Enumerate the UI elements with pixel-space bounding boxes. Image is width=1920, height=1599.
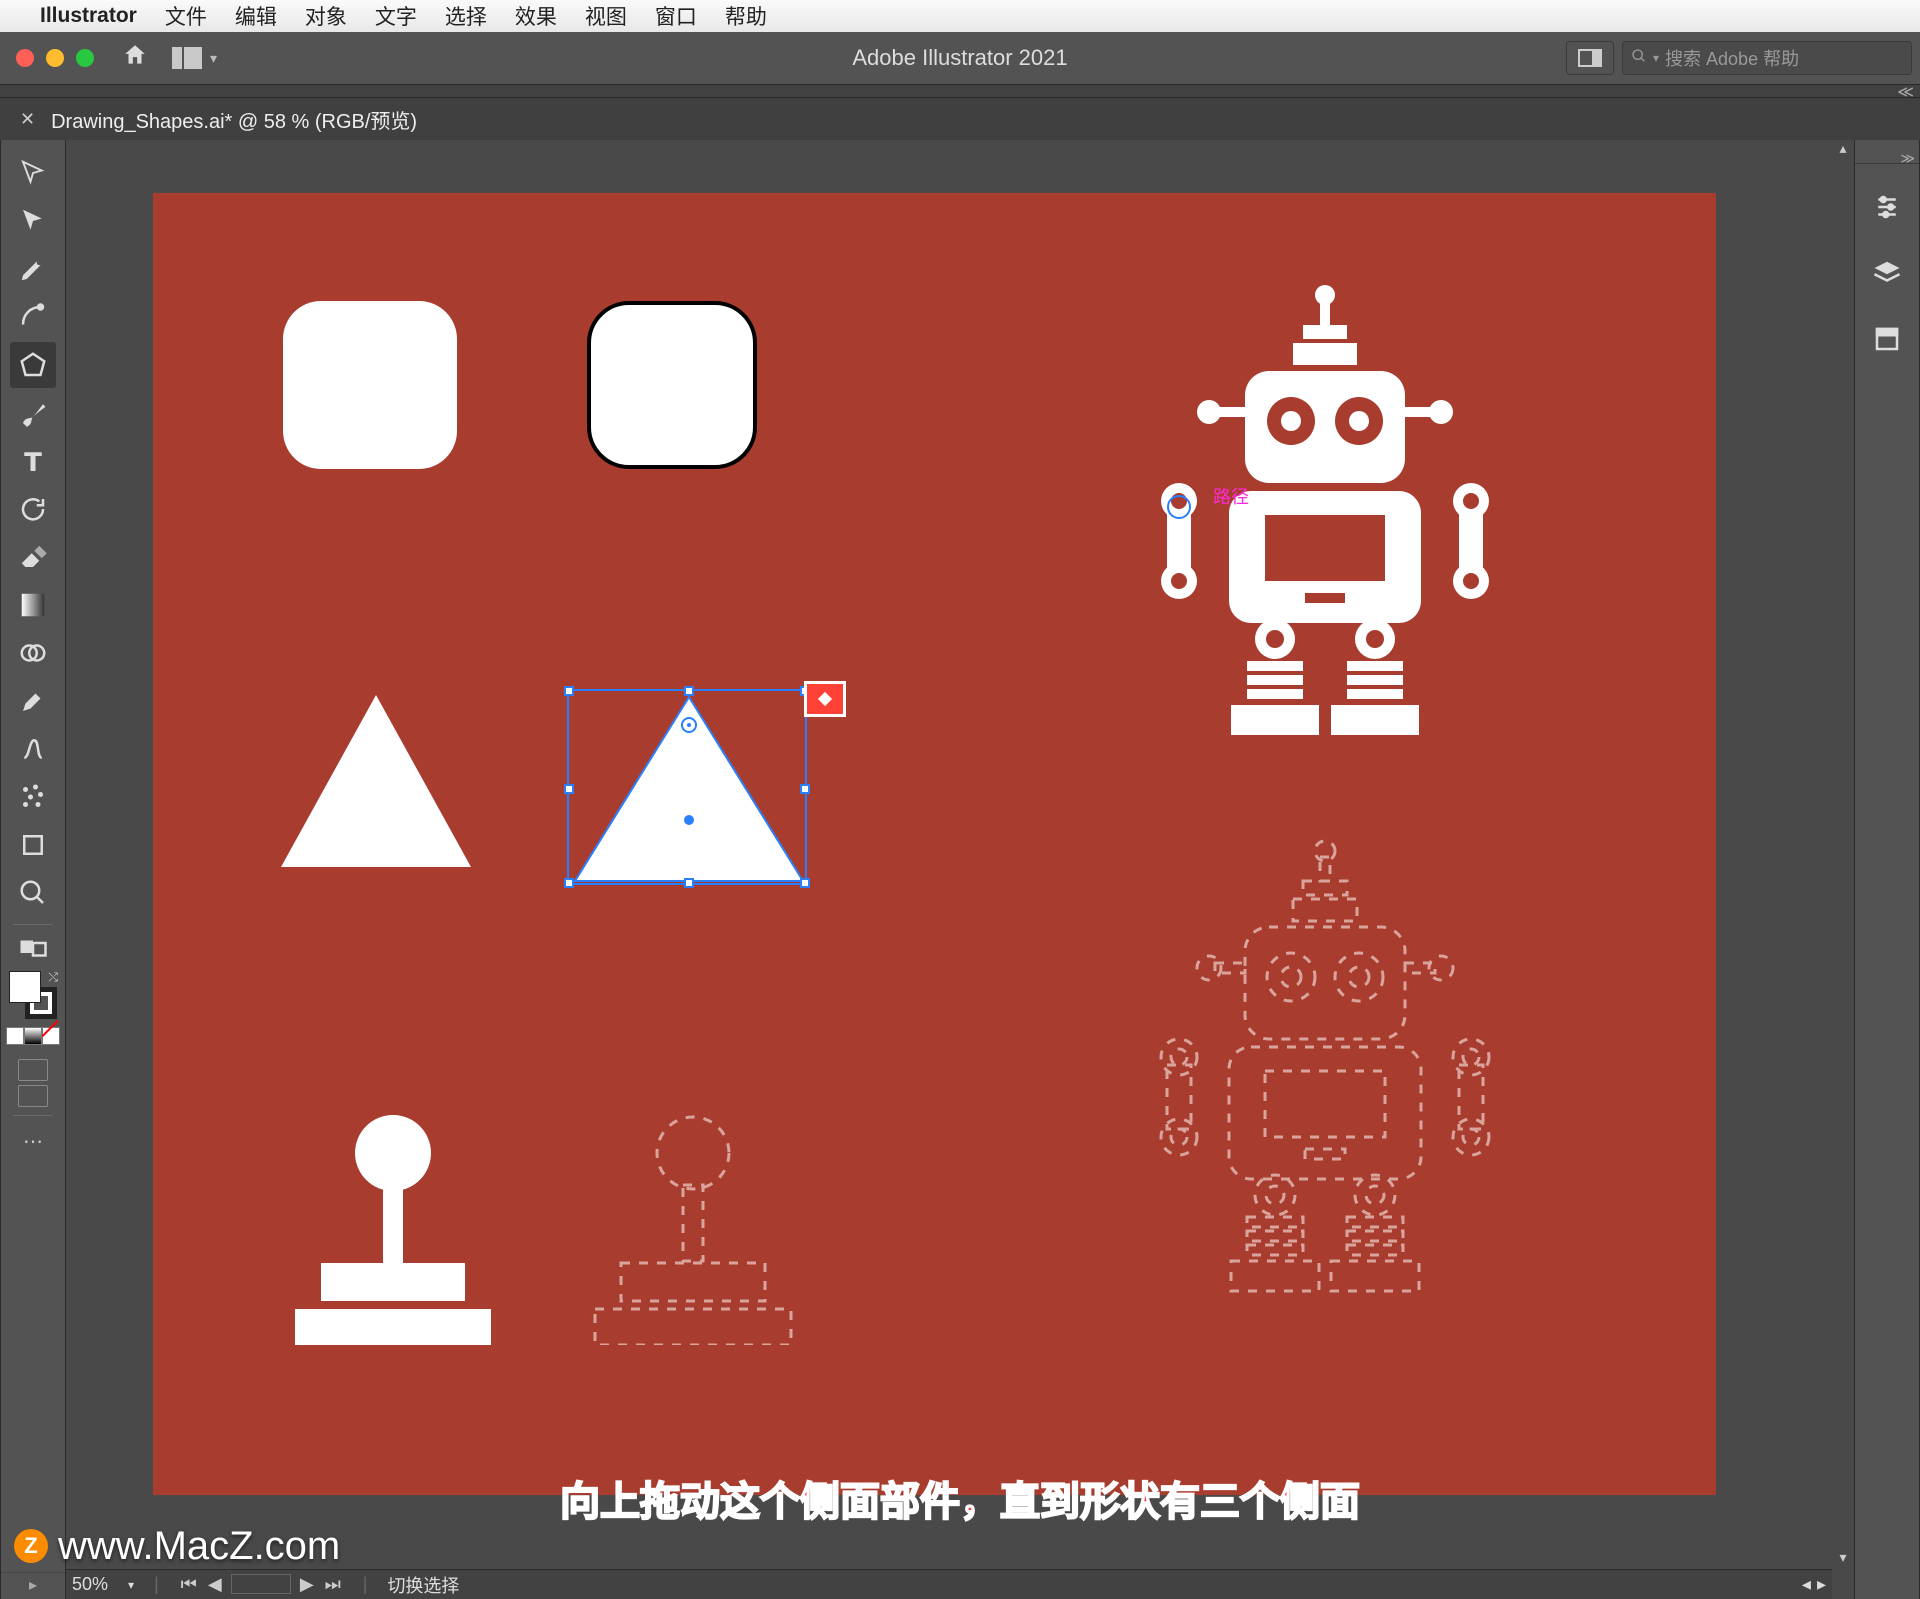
app-header: ▾ Adobe Illustrator 2021 ▾ 搜索 Adobe 帮助 (0, 32, 1920, 84)
joystick-shape[interactable] (277, 1113, 509, 1350)
fill-swatch[interactable] (9, 971, 41, 1003)
fill-stroke-swap-icon[interactable] (10, 933, 56, 963)
menu-window[interactable]: 窗口 (655, 1, 697, 31)
prev-artboard-icon[interactable]: ◀ (205, 1574, 225, 1595)
selection-bounding-box[interactable] (567, 689, 807, 885)
status-bar: 50% ▾ | ⏮ ◀ ▶ ⏭ | 切换选择 ◂ ▸ (66, 1569, 1832, 1599)
menu-text[interactable]: 文字 (375, 1, 417, 31)
center-anchor[interactable] (684, 815, 694, 825)
expand-toolbar-icon[interactable]: ▸ (1, 1572, 65, 1595)
scroll-down-icon[interactable]: ▾ (1839, 1549, 1846, 1569)
tool-divider (13, 924, 53, 925)
shape-builder-tool-icon[interactable] (10, 630, 56, 676)
polygon-tool-icon[interactable] (10, 342, 56, 388)
type-tool-icon[interactable] (10, 438, 56, 484)
layers-panel-icon[interactable] (1864, 250, 1910, 296)
tutorial-caption: 向上拖动这个侧面部件，直到形状有三个侧面 (560, 1469, 1360, 1527)
app-title: Adobe Illustrator 2021 (852, 45, 1067, 71)
curvature-tool-icon[interactable] (10, 294, 56, 340)
watermark: www.MacZ.com (58, 1524, 340, 1569)
draw-behind-icon[interactable] (18, 1085, 48, 1107)
rotate-tool-icon[interactable] (10, 486, 56, 532)
eyedropper-tool-icon[interactable] (10, 678, 56, 724)
artboard-tool-icon[interactable] (10, 822, 56, 868)
tool-divider (13, 1115, 53, 1116)
selection-tool-icon[interactable] (10, 150, 56, 196)
eraser-tool-icon[interactable] (10, 534, 56, 580)
swap-icon[interactable]: ⤭ (48, 970, 58, 985)
minimize-window[interactable] (46, 49, 64, 67)
menu-select[interactable]: 选择 (445, 1, 487, 31)
robot-shape[interactable] (1105, 277, 1545, 767)
symbol-sprayer-tool-icon[interactable] (10, 774, 56, 820)
menu-object[interactable]: 对象 (305, 1, 347, 31)
none-color-icon[interactable] (42, 1027, 60, 1045)
app-menu[interactable]: Illustrator (40, 4, 137, 28)
selection-switch-label[interactable]: 切换选择 (387, 1572, 459, 1598)
path-hover-cursor (1167, 495, 1191, 519)
workspace-switcher-icon[interactable] (1566, 41, 1614, 75)
tools-panel: ⤭ ⋯ ▸ (0, 140, 66, 1599)
scroll-right-icon[interactable]: ▸ (1817, 1574, 1826, 1595)
home-icon[interactable] (122, 42, 148, 75)
zoom-tool-icon[interactable] (10, 870, 56, 916)
search-icon (1631, 48, 1647, 69)
canvas-area[interactable]: 路径 (66, 140, 1854, 1599)
properties-panel-icon[interactable] (1864, 184, 1910, 230)
arrange-documents-icon[interactable] (172, 47, 202, 69)
solid-color-icon[interactable] (6, 1027, 24, 1045)
close-tab-icon[interactable]: ✕ (20, 109, 35, 130)
edit-toolbar-icon[interactable]: ⋯ (10, 1124, 56, 1158)
right-panel-dock: ≫ (1854, 140, 1920, 1599)
draw-normal-icon[interactable] (18, 1059, 48, 1081)
collapse-arrow-icon[interactable]: ≫ (1855, 158, 1919, 164)
help-search[interactable]: ▾ 搜索 Adobe 帮助 (1622, 41, 1912, 75)
chevron-down-icon[interactable]: ▾ (210, 50, 217, 67)
mac-menu-bar: Illustrator 文件 编辑 对象 文字 选择 效果 视图 窗口 帮助 (0, 0, 1920, 32)
menu-edit[interactable]: 编辑 (235, 1, 277, 31)
gradient-color-icon[interactable] (24, 1027, 42, 1045)
maximize-window[interactable] (76, 49, 94, 67)
polygon-side-widget[interactable] (804, 681, 846, 717)
live-corner-widget[interactable] (681, 717, 697, 733)
draw-mode-column (18, 1059, 48, 1107)
menu-file[interactable]: 文件 (165, 1, 207, 31)
artboard-nav: ⏮ ◀ ▶ ⏭ (179, 1574, 343, 1595)
scroll-left-icon[interactable]: ◂ (1802, 1574, 1811, 1595)
rounded-rect-shape[interactable] (283, 301, 457, 469)
next-artboard-icon[interactable]: ▶ (297, 1574, 317, 1595)
artboard[interactable]: 路径 (152, 192, 1717, 1496)
color-mode-row (6, 1027, 60, 1045)
pen-tool-icon[interactable] (10, 246, 56, 292)
control-strip-collapsed[interactable] (0, 84, 1920, 98)
libraries-panel-icon[interactable] (1864, 316, 1910, 362)
artboard-number-input[interactable] (231, 1574, 291, 1594)
scroll-up-icon[interactable]: ▴ (1839, 140, 1846, 160)
blend-tool-icon[interactable] (10, 726, 56, 772)
window-controls (16, 49, 94, 67)
path-hint-label: 路径 (1213, 483, 1249, 509)
joystick-outline-shape[interactable] (577, 1113, 809, 1350)
last-artboard-icon[interactable]: ⏭ (323, 1574, 343, 1595)
gradient-tool-icon[interactable] (10, 582, 56, 628)
triangle-shape[interactable] (281, 695, 471, 872)
zoom-level[interactable]: 50% (72, 1574, 108, 1595)
first-artboard-icon[interactable]: ⏮ (179, 1574, 199, 1595)
vertical-scrollbar[interactable]: ▴ ▾ (1832, 140, 1854, 1569)
direct-selection-tool-icon[interactable] (10, 198, 56, 244)
chevron-down-icon[interactable]: ▾ (128, 1578, 134, 1592)
document-tab[interactable]: Drawing_Shapes.ai* @ 58 % (RGB/预览) (51, 105, 417, 134)
brand-badge: Z (14, 1529, 48, 1563)
menu-help[interactable]: 帮助 (725, 1, 767, 31)
help-search-placeholder: 搜索 Adobe 帮助 (1665, 45, 1799, 71)
close-window[interactable] (16, 49, 34, 67)
document-tab-bar: ✕ Drawing_Shapes.ai* @ 58 % (RGB/预览) (0, 98, 1920, 140)
paintbrush-tool-icon[interactable] (10, 390, 56, 436)
robot-outline-shape[interactable] (1105, 833, 1545, 1323)
menu-effect[interactable]: 效果 (515, 1, 557, 31)
menu-view[interactable]: 视图 (585, 1, 627, 31)
rounded-rect-outlined-shape[interactable] (587, 301, 757, 469)
fill-stroke-indicator[interactable]: ⤭ (9, 971, 57, 1019)
